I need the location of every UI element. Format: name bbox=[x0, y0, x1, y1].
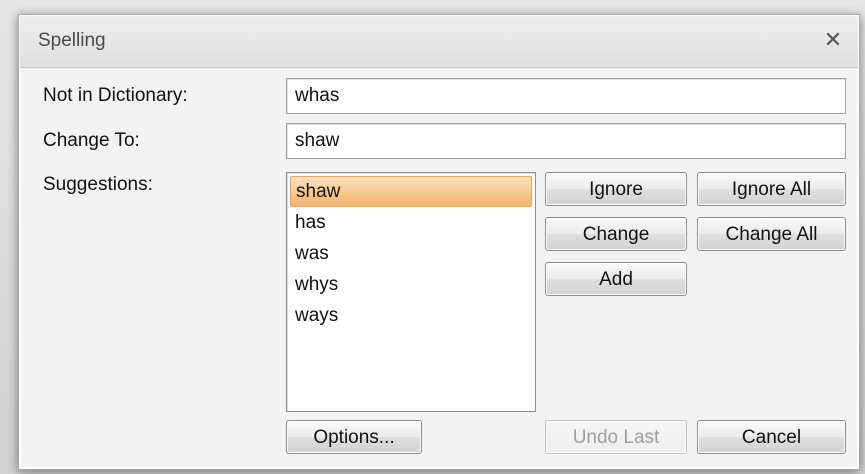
add-button[interactable]: Add bbox=[545, 262, 687, 296]
change-button[interactable]: Change bbox=[545, 217, 687, 251]
spelling-dialog: Spelling ✕ Not in Dictionary: Change To:… bbox=[18, 14, 860, 470]
undo-last-button: Undo Last bbox=[545, 420, 687, 454]
change-to-field[interactable] bbox=[286, 123, 846, 159]
suggestion-item-ways[interactable]: ways bbox=[290, 300, 532, 331]
suggestions-list[interactable]: shaw has was whys ways bbox=[286, 172, 536, 412]
suggestion-item-has[interactable]: has bbox=[290, 207, 532, 238]
ignore-button[interactable]: Ignore bbox=[545, 172, 687, 206]
options-button[interactable]: Options... bbox=[286, 420, 422, 454]
close-icon[interactable]: ✕ bbox=[818, 26, 848, 56]
change-to-label: Change To: bbox=[43, 130, 140, 151]
dialog-body: Not in Dictionary: Change To: Suggestion… bbox=[20, 69, 858, 468]
screenshot-background: Spelling ✕ Not in Dictionary: Change To:… bbox=[0, 0, 865, 474]
suggestion-item-whys[interactable]: whys bbox=[290, 269, 532, 300]
suggestion-item-shaw[interactable]: shaw bbox=[290, 176, 532, 207]
change-all-button[interactable]: Change All bbox=[697, 217, 846, 251]
ignore-all-button[interactable]: Ignore All bbox=[697, 172, 846, 206]
title-bar: Spelling ✕ bbox=[20, 16, 858, 68]
dialog-title: Spelling bbox=[38, 30, 106, 51]
suggestion-item-was[interactable]: was bbox=[290, 238, 532, 269]
not-in-dictionary-label: Not in Dictionary: bbox=[43, 85, 188, 106]
cancel-button[interactable]: Cancel bbox=[697, 420, 846, 454]
not-in-dictionary-field[interactable] bbox=[286, 78, 846, 114]
suggestions-label: Suggestions: bbox=[43, 174, 153, 195]
